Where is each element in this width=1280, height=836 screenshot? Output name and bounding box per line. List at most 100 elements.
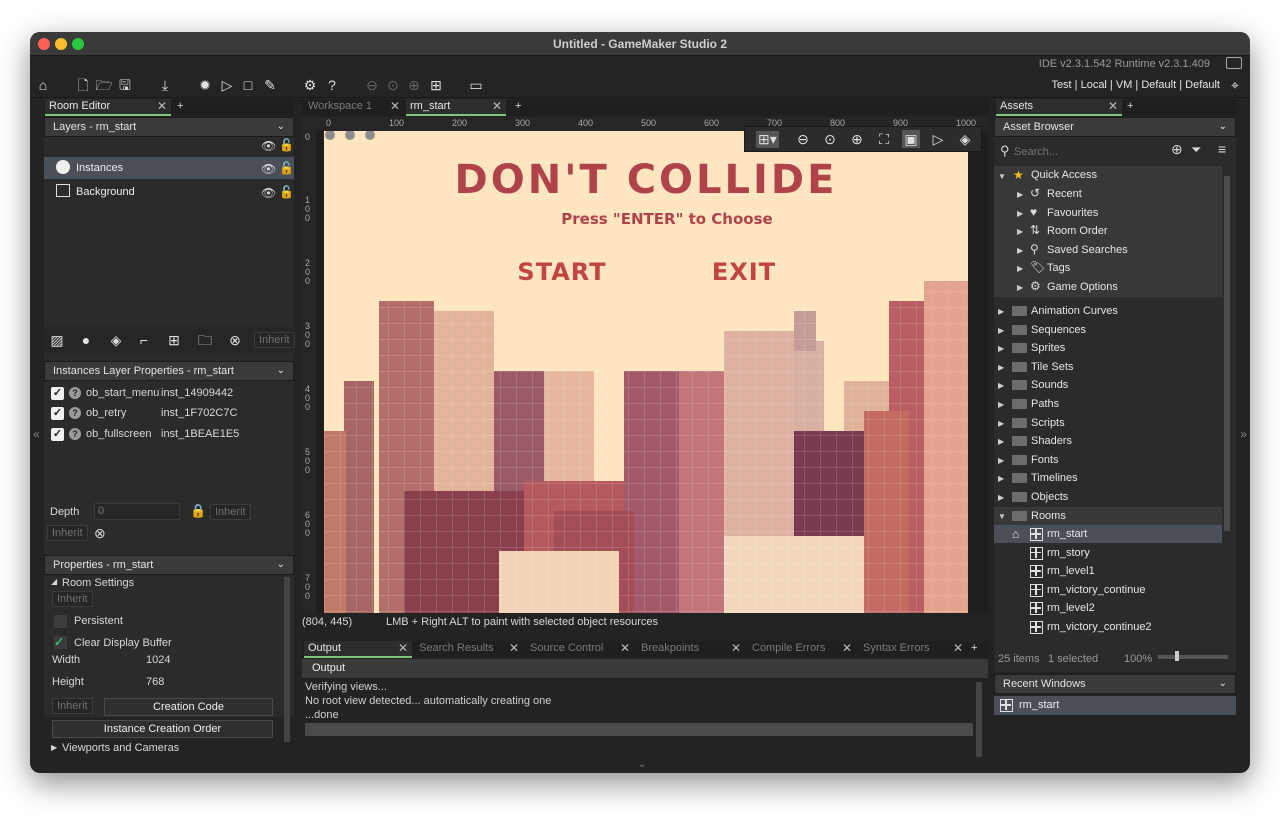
asset-folder[interactable]: Scripts: [1031, 414, 1065, 432]
asset-folder[interactable]: Sprites: [1031, 339, 1065, 357]
creation-code-button[interactable]: Creation Code: [104, 698, 273, 716]
asset-folder[interactable]: Sounds: [1031, 376, 1068, 394]
collapse-triangle-icon[interactable]: ▼: [998, 512, 1006, 521]
tab-assets[interactable]: Assets ✕: [996, 99, 1122, 116]
eye-icon[interactable]: 👁: [261, 186, 276, 200]
zoom-reset-icon[interactable]: ⊙: [384, 76, 402, 94]
help-icon[interactable]: ?: [323, 76, 341, 94]
collapse-triangle-icon[interactable]: ◢: [51, 577, 57, 586]
close-icon[interactable]: ✕: [398, 641, 408, 655]
eye-icon[interactable]: 👁: [261, 162, 276, 176]
collapse-triangle-icon[interactable]: ▼: [998, 172, 1006, 181]
close-icon[interactable]: ✕: [842, 641, 852, 655]
world-icon[interactable]: ⊞: [427, 76, 445, 94]
quick-access-item[interactable]: Room Order: [1047, 222, 1108, 240]
close-icon[interactable]: ✕: [157, 99, 167, 113]
expand-triangle-icon[interactable]: ▶: [1017, 246, 1023, 255]
add-tab-icon[interactable]: +: [971, 642, 977, 654]
tab-room-editor[interactable]: Room Editor ✕: [45, 99, 171, 116]
zoom-in-icon[interactable]: ⊕: [848, 130, 866, 148]
delete-layer-icon[interactable]: ⊗: [226, 331, 244, 349]
instance-creation-order-button[interactable]: Instance Creation Order: [52, 720, 273, 738]
zoom-out-icon[interactable]: ⊖: [363, 76, 381, 94]
expand-triangle-icon[interactable]: ▶: [1017, 227, 1023, 236]
fullscreen-icon[interactable]: ⛶: [875, 130, 893, 148]
output-tab[interactable]: Search Results ✕: [415, 641, 523, 658]
delete-instance-icon[interactable]: ⊗: [94, 525, 106, 542]
expand-triangle-icon[interactable]: ▶: [998, 381, 1004, 390]
instance-checkbox[interactable]: ✓: [51, 407, 64, 420]
expand-triangle-icon[interactable]: ▶: [998, 326, 1004, 335]
expand-triangle-icon[interactable]: ▶: [998, 456, 1004, 465]
add-path-layer-icon[interactable]: ⌐: [135, 331, 153, 349]
quick-access-item[interactable]: Tags: [1047, 259, 1070, 277]
add-tab-icon[interactable]: +: [515, 100, 521, 112]
asset-folder[interactable]: Rooms: [1031, 507, 1066, 525]
expand-output-icon[interactable]: ⌄: [638, 759, 646, 770]
close-icon[interactable]: ✕: [953, 641, 963, 655]
output-tab[interactable]: Compile Errors ✕: [748, 641, 856, 658]
width-field[interactable]: 1024: [146, 654, 170, 666]
menu-icon[interactable]: ≡: [1218, 141, 1226, 157]
lock-icon[interactable]: 🔓: [279, 185, 294, 199]
asset-folder[interactable]: Animation Curves: [1031, 302, 1118, 320]
clear-display-checkbox[interactable]: ✓: [54, 636, 67, 649]
exit-menu-label[interactable]: EXIT: [712, 258, 776, 286]
layers-header[interactable]: Layers - rm_start ⌄: [44, 117, 294, 137]
room-item[interactable]: rm_story: [1047, 544, 1090, 562]
tab-workspace[interactable]: Workspace 1 ✕: [304, 99, 404, 116]
add-background-layer-icon[interactable]: ▨: [48, 331, 66, 349]
room-row-selected[interactable]: [994, 525, 1222, 543]
instance-name[interactable]: ob_fullscreen: [86, 428, 151, 440]
quick-access-label[interactable]: Quick Access: [1031, 166, 1097, 184]
expand-triangle-icon[interactable]: ▶: [998, 344, 1004, 353]
persistent-checkbox[interactable]: [54, 615, 67, 628]
home-icon[interactable]: ⌂: [34, 76, 52, 94]
clean-icon[interactable]: ✎: [261, 76, 279, 94]
expand-triangle-icon[interactable]: ▶: [998, 400, 1004, 409]
collapse-left-icon[interactable]: «: [33, 427, 40, 441]
lock-icon[interactable]: 🔓: [279, 161, 294, 175]
close-icon[interactable]: ✕: [1108, 99, 1118, 113]
instance-id[interactable]: inst_14909442: [161, 387, 233, 399]
output-tab[interactable]: Syntax Errors ✕: [859, 641, 967, 658]
output-hscrollbar[interactable]: [305, 723, 973, 736]
instance-checkbox[interactable]: ✓: [51, 387, 64, 400]
inherit-instances-button[interactable]: Inherit: [47, 525, 88, 541]
room-item[interactable]: rm_level2: [1047, 599, 1095, 617]
asset-folder[interactable]: Timelines: [1031, 469, 1078, 487]
play-icon[interactable]: ▷: [929, 130, 947, 148]
add-asset-layer-icon[interactable]: ⊞: [165, 331, 183, 349]
lock-icon[interactable]: 🔒: [190, 503, 206, 519]
asset-browser-header[interactable]: Asset Browser ⌄: [994, 117, 1236, 137]
layers-icon[interactable]: ◈: [956, 130, 974, 148]
add-folder-icon[interactable]: 🗀: [196, 331, 214, 349]
quick-access-item[interactable]: Game Options: [1047, 278, 1118, 296]
recent-windows-header[interactable]: Recent Windows ⌄: [994, 674, 1236, 694]
zoom-out-icon[interactable]: ⊖: [794, 130, 812, 148]
filter-icon[interactable]: ⏷: [1191, 142, 1201, 158]
room-settings-label[interactable]: Room Settings: [62, 577, 134, 589]
close-icon[interactable]: ✕: [390, 99, 400, 113]
folder-row-rooms[interactable]: [994, 506, 1222, 525]
close-icon[interactable]: ✕: [731, 641, 741, 655]
properties-header[interactable]: Properties - rm_start ⌄: [44, 555, 294, 575]
fit-room-icon[interactable]: ▣: [902, 130, 920, 148]
room-item[interactable]: rm_level1: [1047, 562, 1095, 580]
asset-folder[interactable]: Tile Sets: [1031, 358, 1073, 376]
close-icon[interactable]: ✕: [492, 99, 502, 113]
room-item[interactable]: rm_victory_continue: [1047, 581, 1145, 599]
height-field[interactable]: 768: [146, 676, 164, 688]
tab-rm-start[interactable]: rm_start ✕: [406, 99, 506, 116]
inherit-layers-button[interactable]: Inherit: [254, 332, 295, 348]
add-tile-layer-icon[interactable]: ◈: [107, 331, 125, 349]
asset-folder[interactable]: Shaders: [1031, 432, 1072, 450]
expand-triangle-icon[interactable]: ▶: [1017, 264, 1023, 273]
run-icon[interactable]: ▷: [218, 76, 236, 94]
depth-field[interactable]: 0: [94, 503, 180, 520]
instance-id[interactable]: inst_1BEAE1E5: [161, 428, 239, 440]
open-project-icon[interactable]: 🗁: [95, 76, 113, 94]
quick-access-item[interactable]: Saved Searches: [1047, 241, 1128, 259]
start-menu-label[interactable]: START: [517, 258, 606, 286]
grid-toggle-icon[interactable]: ⊞▾: [756, 131, 779, 148]
